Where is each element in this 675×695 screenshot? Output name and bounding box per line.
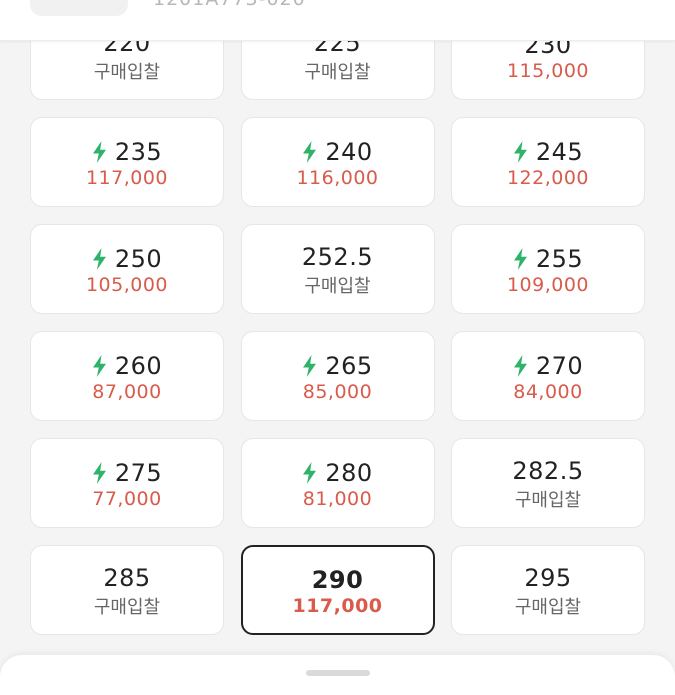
product-header: 1201A773-020 [0,0,675,41]
price-label: 85,000 [302,380,373,403]
size-option-selected[interactable]: 290 117,000 [240,545,435,635]
size-label: 282.5 [512,456,584,485]
product-thumbnail [30,0,128,16]
size-line: 285 [103,562,150,594]
size-line: 295 [524,562,571,594]
bid-label: 구매입찰 [514,489,582,511]
fast-delivery-icon [513,354,528,377]
size-line: 265 [302,350,372,382]
size-option[interactable]: 265 85,000 [240,331,435,421]
size-label: 275 [114,458,163,487]
size-label: 250 [114,244,163,273]
fast-delivery-icon [92,461,107,484]
bid-label: 구매입찰 [93,61,161,83]
size-line: 240 [302,136,372,168]
fast-delivery-icon [513,140,528,163]
size-label: 252.5 [301,242,374,271]
price-label: 84,000 [513,380,583,403]
price-label: 115,000 [506,59,590,82]
bid-label: 구매입찰 [514,596,582,618]
price-label: 117,000 [85,166,169,189]
price-label: 87,000 [92,380,162,403]
size-option[interactable]: 295 구매입찰 [451,545,645,635]
price-label: 81,000 [302,487,373,510]
size-label: 285 [103,563,151,592]
fast-delivery-icon [302,461,317,484]
model-code: 1201A773-020 [153,0,306,10]
size-line: 290 [312,564,364,596]
price-label: 109,000 [506,273,590,296]
fast-delivery-icon [92,247,107,270]
size-line: 250 [92,243,162,275]
size-line: 255 [513,243,583,275]
size-line: 280 [302,457,372,489]
size-option[interactable]: 280 81,000 [240,438,435,528]
size-option[interactable]: 270 84,000 [451,331,645,421]
size-option[interactable]: 260 87,000 [30,331,224,421]
fast-delivery-icon [513,247,528,270]
size-line: 235 [92,136,162,168]
fast-delivery-icon [302,354,317,377]
size-option[interactable]: 240 116,000 [240,117,435,207]
size-line: 245 [513,136,583,168]
size-label: 260 [114,351,163,380]
size-label: 280 [325,458,373,487]
size-line: 282.5 [512,455,583,487]
size-label: 290 [311,565,364,594]
size-line: 252.5 [302,241,373,273]
size-line: 270 [513,350,583,382]
size-label: 245 [535,137,584,166]
price-label: 105,000 [85,273,169,296]
size-line: 260 [92,350,162,382]
price-label: 116,000 [296,166,379,189]
fast-delivery-icon [302,140,317,163]
price-label: 122,000 [506,166,590,189]
fast-delivery-icon [92,354,107,377]
size-label: 295 [524,563,572,592]
size-option[interactable]: 252.5 구매입찰 [240,224,435,314]
drag-handle[interactable] [306,670,370,676]
size-option[interactable]: 235 117,000 [30,117,224,207]
size-option[interactable]: 275 77,000 [30,438,224,528]
size-line: 275 [92,457,162,489]
bid-label: 구매입찰 [93,596,161,618]
bid-label: 구매입찰 [304,275,371,297]
size-option[interactable]: 255 109,000 [451,224,645,314]
size-option[interactable]: 282.5 구매입찰 [451,438,645,528]
size-label: 240 [325,137,373,166]
fast-delivery-icon [92,140,107,163]
price-label: 117,000 [292,594,383,617]
bottom-sheet[interactable] [0,655,675,695]
size-grid: 220 구매입찰 225 구매입찰 230 115,000 235 117,000 24… [30,10,645,635]
size-label: 255 [535,244,584,273]
size-label: 235 [114,137,163,166]
size-option[interactable]: 285 구매입찰 [30,545,224,635]
bid-label: 구매입찰 [304,61,371,83]
size-option[interactable]: 245 122,000 [451,117,645,207]
size-label: 265 [325,351,373,380]
size-option[interactable]: 250 105,000 [30,224,224,314]
price-label: 77,000 [92,487,162,510]
size-label: 270 [535,351,584,380]
